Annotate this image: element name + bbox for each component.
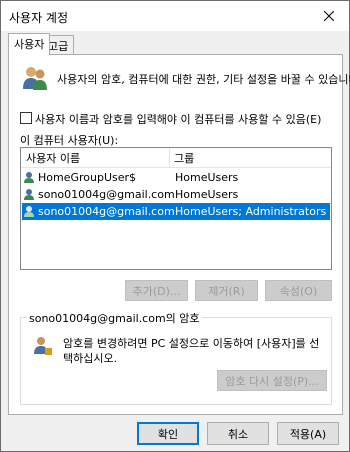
properties-button[interactable]: 속성(O) [265, 280, 332, 301]
user-icon [24, 206, 34, 217]
reset-password-button[interactable]: 암호 다시 설정(P)... [217, 370, 327, 391]
user-group: HomeUsers [175, 171, 239, 184]
user-icon [24, 189, 34, 200]
user-group: HomeUsers; Administrators [175, 205, 327, 218]
apply-button[interactable]: 적용(A) [277, 422, 339, 445]
ok-button[interactable]: 확인 [137, 422, 199, 445]
require-login-checkbox[interactable] [20, 112, 32, 124]
window-title: 사용자 계정 [9, 11, 69, 25]
column-header-group[interactable]: 그룹 [174, 150, 194, 166]
add-user-button[interactable]: 추가(D)... [125, 280, 188, 301]
password-group: sono01004g@gmail.com의 암호 암호를 변경하려면 PC 설정… [20, 310, 332, 405]
users-tab-panel: 사용자의 암호, 컴퓨터에 대한 권한, 기타 설정을 바꿀 수 있습니다. 사… [8, 54, 350, 415]
user-name: sono01004g@gmail.com [38, 188, 175, 201]
password-info-text: 암호를 변경하려면 PC 설정으로 이동하여 [사용자]를 선택하십시오. [63, 337, 320, 365]
user-name: sono01004g@gmail.com [38, 205, 175, 218]
users-list[interactable]: 사용자 이름 그룹 HomeGroupUser$ HomeUsers sono0… [20, 147, 332, 270]
title-bar: 사용자 계정 [1, 1, 349, 31]
column-header-username[interactable]: 사용자 이름 [26, 150, 80, 166]
user-name: HomeGroupUser$ [38, 171, 137, 184]
user-icon [24, 172, 34, 183]
password-group-title: sono01004g@gmail.com의 암호 [27, 310, 202, 326]
user-group: HomeUsers [175, 188, 239, 201]
users-list-label: 이 컴퓨터 사용자(U): [20, 134, 119, 147]
table-row[interactable]: sono01004g@gmail.com HomeUsers; Administ… [22, 203, 330, 220]
close-icon [324, 11, 334, 21]
user-password-icon [34, 337, 52, 355]
users-list-header: 사용자 이름 그룹 [21, 148, 331, 168]
cancel-button[interactable]: 취소 [207, 422, 269, 445]
intro-text: 사용자의 암호, 컴퓨터에 대한 권한, 기타 설정을 바꿀 수 있습니다. [57, 73, 350, 86]
close-button[interactable] [309, 1, 349, 31]
table-row[interactable]: sono01004g@gmail.com HomeUsers [22, 186, 330, 203]
tab-users[interactable]: 사용자 [8, 33, 51, 55]
user-accounts-window: 사용자 계정 사용자 고급 사용자의 암호, 컴퓨터에 대한 권한, 기타 설정… [0, 0, 350, 452]
remove-user-button[interactable]: 제거(R) [195, 280, 258, 301]
table-row[interactable]: HomeGroupUser$ HomeUsers [22, 169, 330, 186]
users-icon [23, 67, 47, 90]
require-login-label[interactable]: 사용자 이름과 암호를 입력해야 이 컴퓨터를 사용할 수 있음(E) [35, 111, 321, 127]
